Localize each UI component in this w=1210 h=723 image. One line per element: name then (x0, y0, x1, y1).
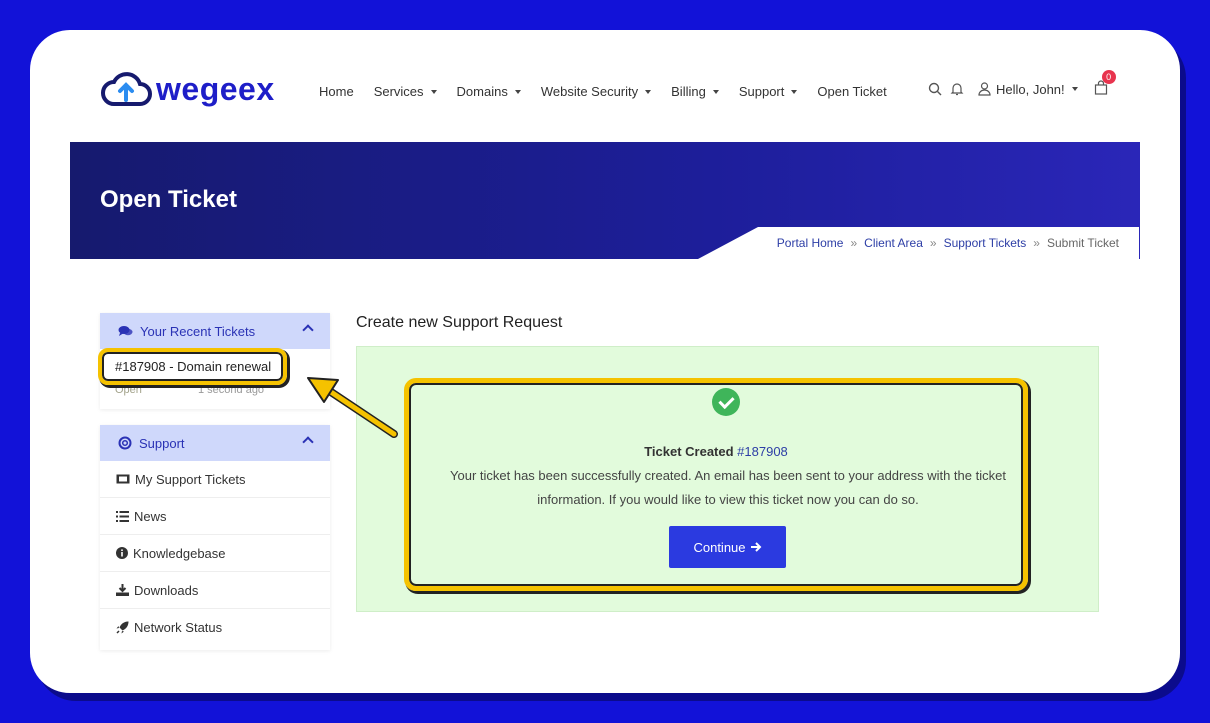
ticket-meta: Open 1 second ago (115, 384, 315, 396)
header-actions: Hello, John! 0 (928, 70, 1116, 98)
caret-down-icon (712, 89, 719, 94)
arrow-right-icon (750, 542, 761, 552)
breadcrumb-portal-home[interactable]: Portal Home (777, 236, 844, 250)
rocket-icon (116, 621, 129, 634)
caret-down-icon (645, 89, 652, 94)
caret-down-icon (791, 89, 798, 94)
nav-label: Domains (456, 84, 508, 99)
cart-button[interactable]: 0 (1094, 70, 1116, 98)
brand-name: wegeex (156, 70, 275, 107)
nav-label: Home (319, 84, 354, 99)
menu-label: Knowledgebase (133, 545, 226, 561)
ticket-icon (116, 474, 130, 484)
recent-tickets-header[interactable]: Your Recent Tickets (100, 313, 330, 349)
nav-label: Billing (671, 84, 706, 99)
menu-label: My Support Tickets (135, 471, 246, 487)
nav-label: Services (373, 84, 424, 99)
breadcrumb: Portal Home » Client Area » Support Tick… (698, 227, 1139, 259)
nav-billing[interactable]: Billing (671, 84, 719, 99)
annotation-arrow-icon (307, 377, 398, 438)
user-icon (978, 82, 991, 96)
nav-open-ticket[interactable]: Open Ticket (817, 84, 886, 99)
nav-home[interactable]: Home (319, 84, 354, 99)
cart-count-badge: 0 (1101, 70, 1116, 84)
cloud-upload-icon (101, 72, 152, 106)
comments-icon (118, 326, 133, 336)
continue-label: Continue (693, 539, 746, 555)
created-label: Ticket Created (644, 444, 734, 459)
ticket-id-link[interactable]: #187908 (737, 444, 788, 459)
section-title: Create new Support Request (356, 314, 563, 331)
nav-domains[interactable]: Domains (457, 84, 521, 99)
breadcrumb-separator-icon: » (1033, 236, 1040, 250)
check-circle-icon (712, 388, 740, 416)
caret-down-icon (1071, 87, 1078, 91)
support-header[interactable]: Support (100, 425, 330, 461)
ticket-created-heading: Ticket Created #187908 (404, 444, 1028, 459)
success-message: Your ticket has been successfully create… (450, 468, 1006, 507)
ticket-status: Open (115, 384, 142, 396)
menu-my-support-tickets[interactable]: My Support Tickets (100, 461, 330, 498)
breadcrumb-support-tickets[interactable]: Support Tickets (944, 236, 1027, 250)
page-title: Open Ticket (100, 186, 237, 213)
caret-down-icon (514, 89, 521, 94)
nav-label: Website Security (540, 84, 639, 99)
menu-news[interactable]: News (100, 498, 330, 535)
user-menu[interactable]: Hello, John! (978, 82, 1078, 97)
page-banner: Open Ticket Portal Home » Client Area » … (70, 142, 1140, 259)
ticket-time: 1 second ago (198, 384, 265, 396)
bell-icon[interactable] (950, 82, 964, 96)
menu-knowledgebase[interactable]: Knowledgebase (100, 535, 330, 572)
menu-network-status[interactable]: Network Status (100, 609, 330, 646)
chevron-up-icon[interactable] (302, 324, 314, 336)
nav-support[interactable]: Support (739, 84, 798, 99)
menu-downloads[interactable]: Downloads (100, 572, 330, 609)
info-icon (116, 547, 128, 559)
breadcrumb-separator-icon: » (850, 236, 858, 250)
menu-label: Network Status (134, 620, 223, 635)
support-panel: Support My Support Tickets News Knowledg… (100, 425, 330, 650)
caret-down-icon (430, 89, 437, 94)
search-icon[interactable] (928, 82, 942, 96)
highlight-frame-ticket (98, 348, 287, 385)
menu-label: News (134, 508, 167, 524)
list-icon (116, 510, 129, 522)
life-ring-icon (118, 436, 132, 450)
nav-label: Open Ticket (817, 84, 887, 99)
user-greeting: Hello, John! (996, 81, 1065, 97)
panel-title: Your Recent Tickets (140, 323, 256, 339)
main-nav: Home Services Domains Website Security B… (319, 84, 907, 99)
download-icon (116, 584, 129, 596)
nav-services[interactable]: Services (374, 84, 437, 99)
page-card: wegeex Home Services Domains Website Sec… (30, 30, 1180, 693)
panel-title: Support (139, 435, 185, 451)
breadcrumb-client-area[interactable]: Client Area (864, 236, 923, 250)
breadcrumb-separator-icon: » (929, 236, 937, 250)
continue-button[interactable]: Continue (669, 526, 786, 568)
breadcrumb-current: Submit Ticket (1046, 236, 1119, 250)
logo[interactable]: wegeex (100, 70, 275, 108)
nav-website-security[interactable]: Website Security (540, 84, 652, 99)
nav-label: Support (738, 84, 785, 99)
menu-label: Downloads (134, 582, 199, 598)
